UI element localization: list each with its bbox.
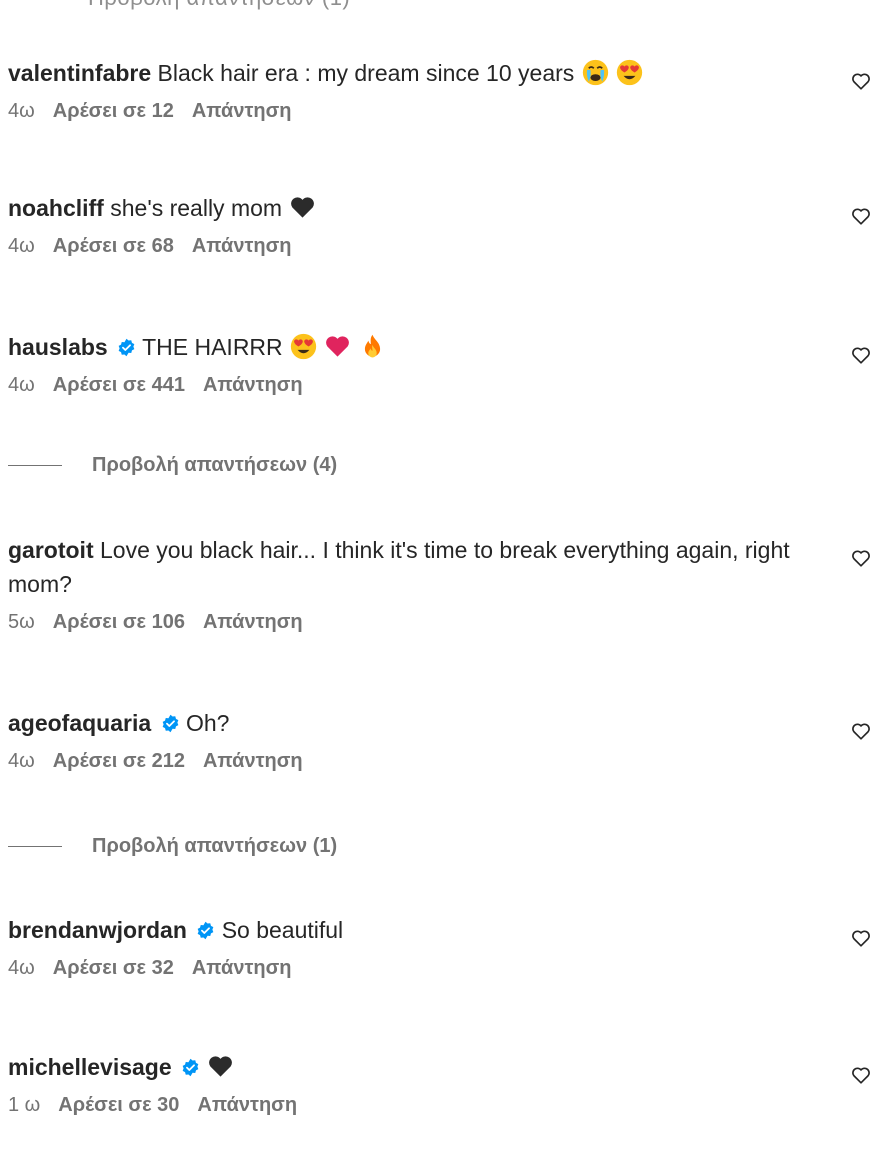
comment-meta: 4ω Αρέσει σε 32 Απάντηση — [8, 953, 872, 983]
reply-button[interactable]: Απάντηση — [192, 235, 292, 258]
comment-username[interactable]: hauslabs — [8, 334, 108, 360]
verified-badge-icon — [197, 921, 214, 940]
comment-time: 1 ω — [8, 1093, 41, 1116]
comment-likes[interactable]: Αρέσει σε 106 — [53, 611, 185, 634]
comment-body: garotoit Love you black hair... I think … — [8, 533, 798, 601]
view-replies-button[interactable]: Προβολή απαντήσεων (1) — [8, 835, 337, 858]
comment-likes[interactable]: Αρέσει σε 441 — [53, 374, 185, 397]
comment-item: brendanwjordan So beautiful 4ω Αρέσει σε… — [8, 913, 872, 983]
comment-username[interactable]: noahcliff — [8, 195, 104, 221]
comment-username[interactable]: michellevisage — [8, 1054, 172, 1080]
comment-meta: 5ω Αρέσει σε 106 Απάντηση — [8, 607, 872, 637]
comment-meta: 4ω Αρέσει σε 12 Απάντηση — [8, 96, 872, 126]
comment-body: brendanwjordan So beautiful — [8, 913, 798, 947]
comment-item: valentinfabre Black hair era : my dream … — [8, 56, 872, 126]
comment-body: ageofaquaria Oh? — [8, 706, 798, 740]
view-replies-partial[interactable]: Προβολή απαντήσεων (1) — [8, 0, 350, 10]
view-replies-label: Προβολή απαντήσεων (1) — [92, 835, 338, 857]
like-heart-icon[interactable] — [850, 344, 872, 366]
comment-text: Black hair era : my dream since 10 years — [157, 60, 575, 86]
comment-body: hauslabs THE HAIRRR — [8, 330, 798, 364]
like-heart-icon[interactable] — [850, 70, 872, 92]
comment-meta: 4ω Αρέσει σε 441 Απάντηση — [8, 370, 872, 400]
comment-meta: 1 ω Αρέσει σε 30 Απάντηση — [8, 1090, 872, 1120]
comment-username[interactable]: valentinfabre — [8, 60, 151, 86]
divider-line — [8, 846, 62, 847]
comment-text: THE HAIRRR — [142, 334, 283, 360]
comment-text: she's really mom — [110, 195, 283, 221]
comment-time: 4ω — [8, 234, 35, 257]
divider-line — [8, 465, 62, 466]
crying-face-emoji-icon — [582, 59, 608, 86]
verified-badge-icon — [162, 714, 178, 733]
reply-button[interactable]: Απάντηση — [192, 957, 292, 980]
like-heart-icon[interactable] — [850, 927, 872, 949]
comment-body: valentinfabre Black hair era : my dream … — [8, 56, 798, 90]
comment-meta: 4ω Αρέσει σε 68 Απάντηση — [8, 231, 872, 261]
comment-likes[interactable]: Αρέσει σε 32 — [53, 957, 174, 980]
reply-button[interactable]: Απάντηση — [203, 374, 303, 397]
comment-body: noahcliff she's really mom — [8, 191, 798, 225]
view-replies-label: Προβολή απαντήσεων (4) — [92, 454, 338, 476]
black-heart-emoji-icon — [291, 197, 315, 218]
like-heart-icon[interactable] — [850, 1064, 872, 1086]
comment-username[interactable]: brendanwjordan — [8, 917, 187, 943]
reply-button[interactable]: Απάντηση — [203, 750, 303, 773]
comment-meta: 4ω Αρέσει σε 212 Απάντηση — [8, 746, 872, 776]
verified-badge-icon — [182, 1058, 199, 1077]
comment-text: Love you black hair... I think it's time… — [8, 537, 790, 597]
comment-likes[interactable]: Αρέσει σε 68 — [53, 235, 174, 258]
comment-username[interactable]: ageofaquaria — [8, 710, 151, 736]
comment-item: ageofaquaria Oh? 4ω Αρέσει σε 212 Απάντη… — [8, 706, 872, 776]
fire-emoji-icon — [364, 334, 380, 358]
comment-text: So beautiful — [221, 917, 344, 943]
comment-body: michellevisage — [8, 1050, 798, 1084]
comment-time: 4ω — [8, 956, 35, 979]
view-replies-label: Προβολή απαντήσεων (1) — [88, 0, 350, 11]
comment-item: noahcliff she's really mom 4ω Αρέσει σε … — [8, 191, 872, 261]
red-heart-emoji-icon — [326, 336, 350, 357]
comment-likes[interactable]: Αρέσει σε 12 — [53, 100, 174, 123]
heart-eyes-emoji-icon — [290, 333, 317, 360]
heart-eyes-emoji-icon — [616, 59, 643, 86]
like-heart-icon[interactable] — [850, 205, 872, 227]
comment-item: garotoit Love you black hair... I think … — [8, 533, 872, 637]
comment-likes[interactable]: Αρέσει σε 30 — [58, 1094, 179, 1117]
reply-button[interactable]: Απάντηση — [197, 1094, 297, 1117]
view-replies-button[interactable]: Προβολή απαντήσεων (4) — [8, 454, 337, 477]
comment-time: 4ω — [8, 749, 35, 772]
comment-time: 4ω — [8, 373, 35, 396]
verified-badge-icon — [118, 338, 135, 357]
comment-time: 4ω — [8, 99, 35, 122]
like-heart-icon[interactable] — [850, 720, 872, 742]
comment-username[interactable]: garotoit — [8, 537, 94, 563]
comment-item: hauslabs THE HAIRRR 4ω Αρέσει σε 441 Απά… — [8, 330, 872, 400]
comment-time: 5ω — [8, 610, 35, 633]
black-heart-emoji-icon — [209, 1056, 233, 1077]
reply-button[interactable]: Απάντηση — [192, 100, 292, 123]
comment-text: Oh? — [185, 710, 230, 736]
like-heart-icon[interactable] — [850, 547, 872, 569]
comment-likes[interactable]: Αρέσει σε 212 — [53, 750, 185, 773]
reply-button[interactable]: Απάντηση — [203, 611, 303, 634]
comment-item: michellevisage 1 ω Αρέσει σε 30 Απάντηση — [8, 1050, 872, 1120]
